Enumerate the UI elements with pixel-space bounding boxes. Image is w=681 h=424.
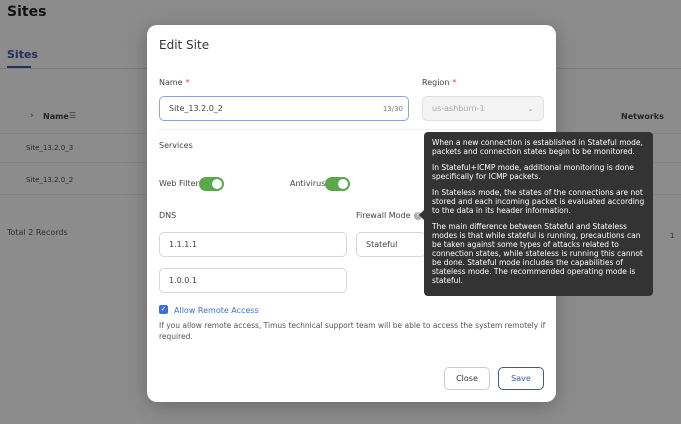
antivirus-toggle[interactable] <box>325 177 350 191</box>
web-filter-toggle[interactable] <box>199 177 224 191</box>
section-divider <box>159 129 544 130</box>
remote-access-checkbox[interactable]: ✓ <box>159 305 168 314</box>
antivirus-label: Antivirus <box>290 179 326 188</box>
name-label: Name * <box>159 78 190 87</box>
remote-access-label[interactable]: Allow Remote Access <box>174 306 259 315</box>
region-value: us-ashburn-1 <box>432 104 485 113</box>
name-input-value: Site_13.2.0_2 <box>169 104 223 113</box>
dns-label: DNS <box>159 211 177 220</box>
tooltip-paragraph: In Stateful+ICMP mode, additional monito… <box>432 163 634 181</box>
name-input[interactable]: Site_13.2.0_2 13/30 <box>159 96 409 121</box>
name-char-counter: 13/30 <box>382 105 403 113</box>
firewall-mode-tooltip: When a new connection is established in … <box>424 132 653 296</box>
save-button[interactable]: Save <box>498 367 544 390</box>
firewall-mode-label: Firewall Mode? <box>356 211 422 220</box>
dns-primary-input[interactable]: 1.1.1.1 <box>159 232 347 257</box>
tooltip-paragraph: When a new connection is established in … <box>432 138 643 156</box>
web-filter-label: Web Filter <box>159 179 199 188</box>
services-label: Services <box>159 141 193 150</box>
tooltip-paragraph: In Stateless mode, the states of the con… <box>432 188 645 215</box>
close-button[interactable]: Close <box>444 367 490 390</box>
remote-access-note: If you allow remote access, Timus techni… <box>159 321 546 341</box>
dns-secondary-input[interactable]: 1.0.0.1 <box>159 268 347 293</box>
region-select: us-ashburn-1 ⌄ <box>422 96 544 121</box>
chevron-down-icon: ⌄ <box>527 104 534 113</box>
firewall-mode-select[interactable]: Stateful <box>356 232 426 257</box>
region-label: Region * <box>422 78 457 87</box>
tooltip-paragraph: The main difference between Stateful and… <box>432 222 643 285</box>
dialog-title: Edit Site <box>159 38 210 52</box>
